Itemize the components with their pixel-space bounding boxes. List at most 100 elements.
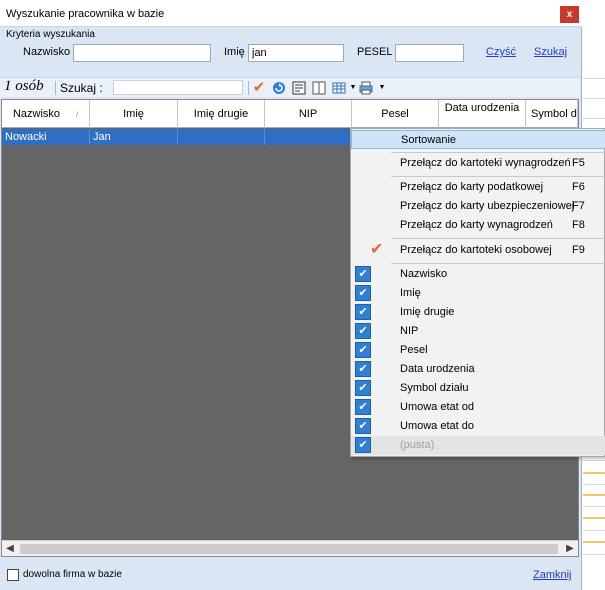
menu-item-insurance-card[interactable]: Przełącz do karty ubezpieczeniowej F7 (351, 197, 605, 216)
menu-item-shortcut: F9 (572, 244, 585, 256)
pesel-input[interactable] (395, 44, 464, 62)
chevron-down-icon[interactable]: ▼ (375, 81, 389, 95)
nazwisko-label: Nazwisko (23, 46, 71, 58)
checkmark-icon: ✔ (355, 304, 371, 320)
column-header-nip[interactable]: NIP (265, 100, 352, 128)
menu-item-label: Symbol działu (400, 382, 469, 394)
horizontal-scrollbar[interactable]: ◀ ▶ (2, 540, 578, 556)
menu-toggle-nip[interactable]: ✔ NIP (351, 322, 605, 341)
context-menu: Sortowanie Przełącz do kartoteki wynagro… (350, 128, 605, 457)
menu-item-payroll-file[interactable]: Przełącz do kartoteki wynagrodzeń F5 (351, 154, 605, 173)
menu-toggle-symbol-dzialu[interactable]: ✔ Symbol działu (351, 379, 605, 398)
menu-item-label: Przełącz do kartoteki wynagrodzeń (400, 157, 571, 169)
menu-item-label: Przełącz do karty ubezpieczeniowej (400, 200, 575, 212)
strip-line (583, 118, 605, 119)
menu-item-sort[interactable]: Sortowanie (351, 130, 605, 149)
pesel-label: PESEL (357, 46, 393, 58)
columns-icon[interactable] (312, 81, 326, 95)
toolbar-separator (55, 81, 56, 95)
grid-icon[interactable] (332, 81, 346, 95)
menu-item-label: Imię (400, 287, 421, 299)
menu-item-label: Umowa etat do (400, 420, 474, 432)
search-link[interactable]: Szukaj (534, 46, 567, 58)
strip-line (583, 484, 605, 485)
menu-toggle-umowa-od[interactable]: ✔ Umowa etat od (351, 398, 605, 417)
strip-line (583, 460, 605, 461)
menu-item-label: Przełącz do karty wynagrodzeń (400, 219, 553, 231)
menu-item-label: Pesel (400, 344, 428, 356)
checkmark-icon: ✔ (355, 361, 371, 377)
grid-header: Nazwisko / Imię Imię drugie NIP Pesel Dat… (2, 100, 578, 128)
active-check-icon: ✔ (370, 241, 384, 258)
menu-separator (391, 263, 605, 264)
clear-link[interactable]: Czyść (486, 46, 516, 58)
column-header-data-urodzenia[interactable]: Data urodzenia (439, 100, 526, 128)
menu-toggle-pesel[interactable]: ✔ Pesel (351, 341, 605, 360)
menu-item-tax-card[interactable]: Przełącz do karty podatkowej F6 (351, 178, 605, 197)
menu-toggle-data-urodzenia[interactable]: ✔ Data urodzenia (351, 360, 605, 379)
strip-highlight (583, 517, 605, 519)
checkmark-icon: ✔ (355, 323, 371, 339)
refresh-icon[interactable] (272, 81, 286, 95)
menu-item-label: Imię drugie (400, 306, 455, 318)
menu-separator (391, 238, 605, 239)
menu-toggle-imie[interactable]: ✔ Imię (351, 284, 605, 303)
result-count: 1 osób (4, 78, 44, 94)
quick-search-input[interactable] (113, 80, 243, 95)
scroll-left-icon[interactable]: ◀ (2, 541, 18, 557)
toolbar-separator (248, 81, 249, 95)
menu-item-salary-card[interactable]: Przełącz do karty wynagrodzeń F8 (351, 216, 605, 235)
strip-line (583, 530, 605, 531)
strip-line (583, 506, 605, 507)
menu-separator (391, 176, 605, 177)
column-header-pesel[interactable]: Pesel (352, 100, 439, 128)
cell-imie-drugie (178, 129, 265, 145)
menu-item-shortcut: F8 (572, 219, 585, 231)
checkmark-icon: ✔ (355, 285, 371, 301)
any-company-label: dowolna firma w bazie (23, 569, 122, 580)
cell-nazwisko: Nowacki (2, 129, 90, 145)
menu-item-label: NIP (400, 325, 419, 337)
column-header-nazwisko[interactable]: Nazwisko / (2, 100, 90, 128)
checkmark-icon: ✔ (355, 418, 371, 434)
sort-arrow-icon: / (76, 112, 79, 119)
imie-label: Imię (224, 46, 245, 58)
column-header-imie-drugie[interactable]: Imię drugie (178, 100, 265, 128)
menu-item-shortcut: F7 (572, 200, 585, 212)
scrollbar-thumb[interactable] (20, 544, 558, 554)
checkmark-icon: ✔ (355, 266, 371, 282)
checkmark-icon: ✔ (355, 399, 371, 415)
scroll-right-icon[interactable]: ▶ (562, 541, 578, 557)
menu-toggle-empty: ✔ (pusta) (351, 436, 605, 455)
quick-search-label: Szukaj : (60, 81, 103, 95)
cell-imie: Jan (90, 129, 178, 145)
export-icon[interactable] (292, 81, 306, 95)
menu-toggle-nazwisko[interactable]: ✔ Nazwisko (351, 265, 605, 284)
menu-item-label: Przełącz do karty podatkowej (400, 181, 544, 193)
menu-item-shortcut: F5 (572, 157, 585, 169)
window-title: Wyszukanie pracownika w bazie (6, 8, 165, 20)
menu-toggle-imie-drugie[interactable]: ✔ Imię drugie (351, 303, 605, 322)
print-icon[interactable] (359, 81, 373, 95)
menu-item-label: Umowa etat od (400, 401, 474, 413)
chevron-down-icon[interactable]: ▼ (346, 81, 360, 95)
menu-item-label: Sortowanie (401, 134, 457, 146)
results-toolbar: 1 osób Szukaj : ✔ ▼ ▼ (0, 77, 580, 97)
menu-item-label: (pusta) (400, 439, 435, 451)
close-button[interactable]: x (560, 6, 579, 23)
menu-item-label: Nazwisko (400, 268, 448, 280)
close-link[interactable]: Zamknij (533, 569, 572, 581)
check-icon[interactable]: ✔ (252, 80, 266, 95)
column-header-symbol[interactable]: Symbol dzi (526, 100, 578, 128)
imie-input[interactable] (248, 44, 344, 62)
strip-highlight (583, 494, 605, 496)
cell-nip (265, 129, 352, 145)
column-header-imie[interactable]: Imię (90, 100, 178, 128)
menu-separator (391, 152, 605, 153)
strip-line (583, 78, 605, 79)
nazwisko-input[interactable] (73, 44, 211, 62)
any-company-checkbox[interactable] (7, 569, 19, 581)
strip-highlight (583, 472, 605, 474)
menu-item-personnel-file[interactable]: ✔ Przełącz do kartoteki osobowej F9 (351, 241, 605, 260)
menu-toggle-umowa-do[interactable]: ✔ Umowa etat do (351, 417, 605, 436)
